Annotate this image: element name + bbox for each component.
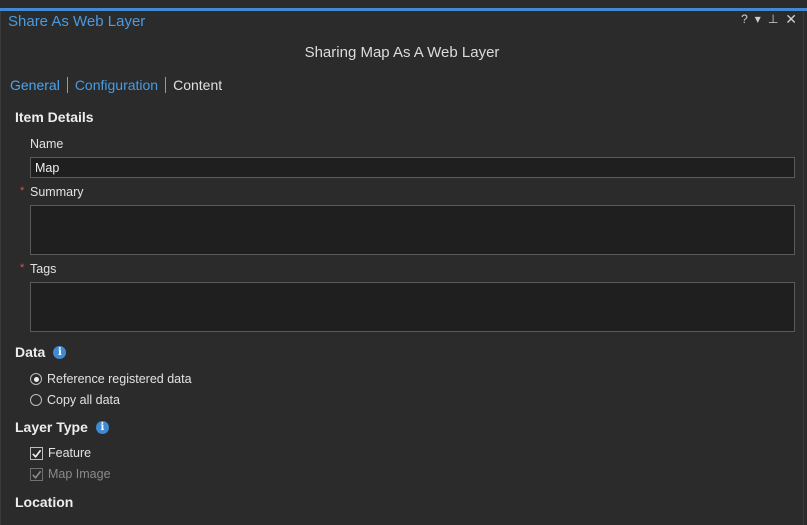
reference-registered-data-option[interactable]: Reference registered data [30,372,192,386]
radio-unselected-icon[interactable] [30,394,42,406]
location-heading: Location [15,494,73,510]
radio-selected-icon[interactable] [30,373,42,385]
option-label: Copy all data [47,393,120,407]
tags-required-marker: * [20,262,25,274]
tags-label: Tags [30,262,57,276]
option-label: Map Image [48,467,111,481]
checkbox-checked-icon[interactable] [30,446,43,460]
tab-separator [66,77,68,93]
info-icon[interactable]: i [95,420,109,434]
pane-title: Share As Web Layer [8,13,146,30]
page-subtitle: Sharing Map As A Web Layer [304,44,500,61]
summary-label: Summary [30,185,84,199]
item-details-heading: Item Details [15,109,94,125]
chevron-down-icon[interactable]: ▾ [755,12,761,26]
option-label: Reference registered data [47,372,192,386]
tab-content[interactable]: Content [173,77,222,93]
summary-field[interactable] [30,205,795,255]
data-heading-label: Data [15,344,46,360]
name-field[interactable] [30,157,795,178]
tab-general[interactable]: General [10,77,60,93]
map-image-option: Map Image [30,467,111,481]
tags-field[interactable] [30,282,795,332]
layer-type-heading: Layer Type i [15,419,109,435]
tab-bar: General Configuration Content [10,77,222,93]
info-icon[interactable]: i [53,345,67,359]
layer-type-heading-label: Layer Type [15,419,88,435]
close-icon[interactable]: ✕ [785,12,797,26]
name-label: Name [30,137,64,151]
help-icon[interactable]: ? [741,12,748,26]
feature-option[interactable]: Feature [30,446,91,460]
data-heading: Data i [15,344,67,360]
pin-icon[interactable]: ⊥ [768,12,778,26]
option-label: Feature [48,446,92,460]
tab-separator [165,77,167,93]
summary-required-marker: * [20,185,25,197]
copy-all-data-option[interactable]: Copy all data [30,393,120,407]
tab-configuration[interactable]: Configuration [75,77,158,93]
item-details-heading-label: Item Details [15,109,94,125]
location-heading-label: Location [15,494,74,510]
checkbox-checked-disabled-icon [30,467,43,481]
window-controls: ? ▾ ⊥ ✕ [741,12,797,26]
